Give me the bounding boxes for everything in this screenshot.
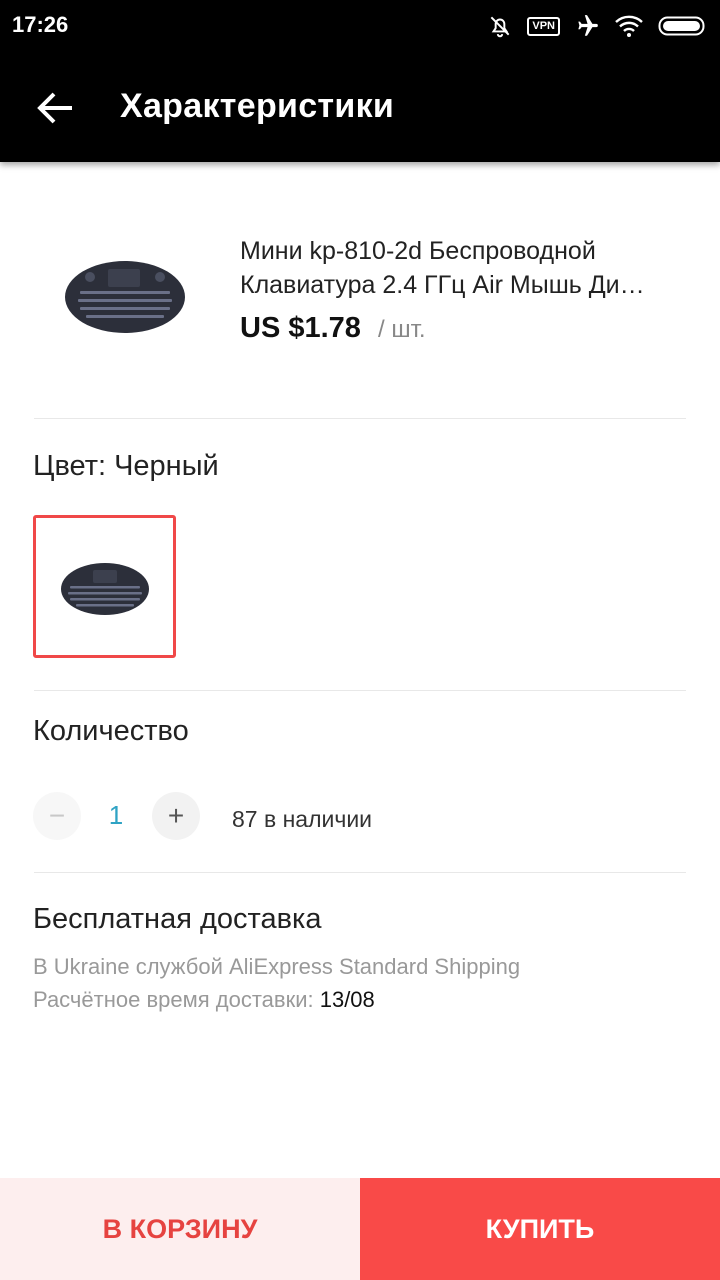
status-icons: VPN [487,10,708,42]
bottom-action-bar: В КОРЗИНУ КУПИТЬ [0,1178,720,1280]
delivery-date: 13/08 [319,987,375,1012]
divider [34,872,686,873]
add-to-cart-button[interactable]: В КОРЗИНУ [0,1178,360,1280]
color-label: Цвет: Черный [33,450,219,482]
shipping-title: Бесплатная доставка [33,903,322,935]
wifi-icon [615,15,643,37]
delivery-estimate-label: Расчётное время доставки: [33,987,320,1012]
quantity-decrease-button[interactable]: − [33,792,81,840]
swatch-image [61,563,149,615]
arrow-left-icon[interactable] [36,88,76,128]
quantity-label: Количество [33,715,189,747]
delivery-estimate: Расчётное время доставки: 13/08 [33,987,375,1013]
status-time: 17:26 [12,12,69,37]
price-unit: / шт. [378,316,426,343]
quantity-increase-button[interactable]: + [152,792,200,840]
divider [34,690,686,691]
product-image [65,261,185,333]
product-price: US $1.78 [240,312,361,344]
color-swatch-selected[interactable] [33,515,176,658]
status-bar: 17:26 VPN [0,0,720,52]
divider [34,418,686,419]
quantity-value: 1 [108,800,124,830]
product-title: Мини kp-810-2d Беспроводной Клавиатура 2… [240,234,690,302]
app-bar: Характеристики [0,52,720,162]
product-title-line1: Мини kp-810-2d Беспроводной [240,237,596,265]
airplane-icon [578,15,598,36]
buy-now-button[interactable]: КУПИТЬ [360,1178,720,1280]
battery-icon [658,16,705,36]
page-title: Характеристики [120,87,395,125]
stock-count: 87 в наличии [232,806,373,832]
bell-off-icon [491,16,510,38]
product-title-line2: Клавиатура 2.4 ГГц Air Мышь Ди… [240,271,645,299]
vpn-icon: VPN [527,16,560,36]
shipping-method: В Ukraine службой AliExpress Standard Sh… [33,954,521,979]
product-summary: Мини kp-810-2d Беспроводной Клавиатура 2… [0,162,720,418]
